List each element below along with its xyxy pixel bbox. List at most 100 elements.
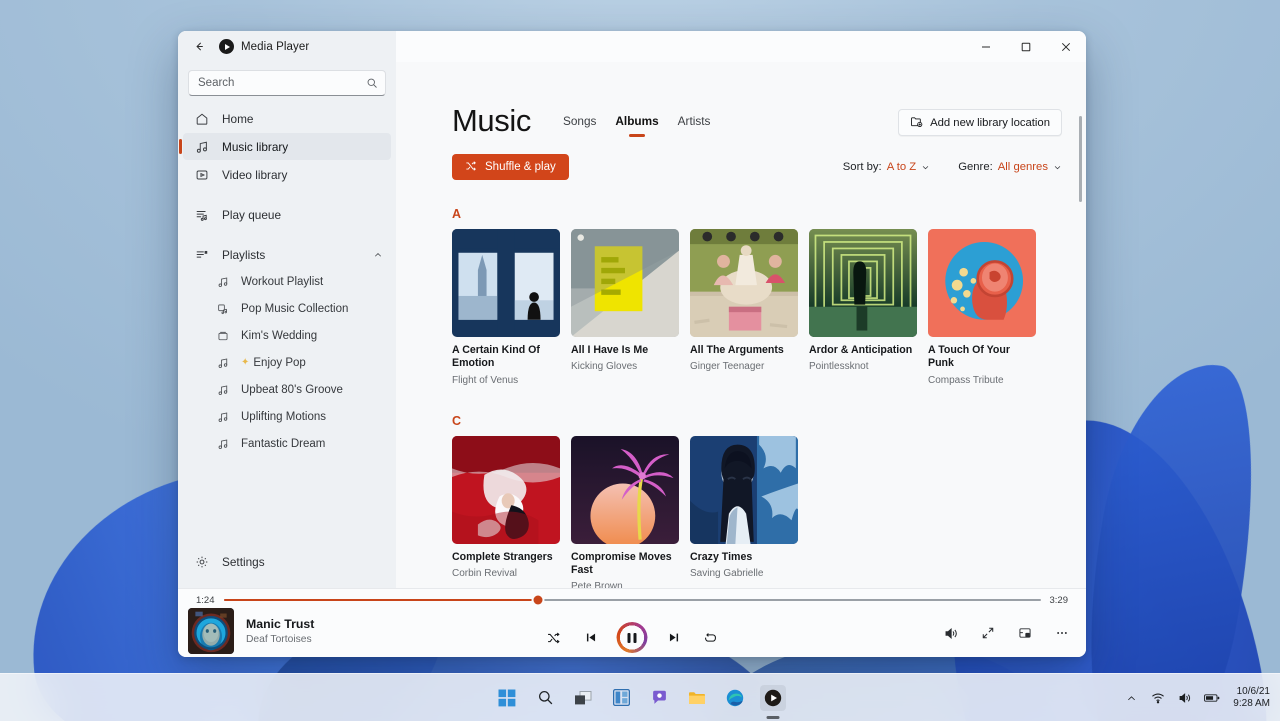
task-view-icon[interactable]: [570, 685, 596, 711]
search-input[interactable]: Search: [188, 70, 386, 96]
progress-slider[interactable]: [223, 595, 1041, 605]
album-card[interactable]: Crazy Times Saving Gabrielle: [690, 435, 798, 588]
add-library-location-button[interactable]: Add new library location: [898, 109, 1062, 136]
main-scroll-area[interactable]: Music Songs Albums Artists Add new libra…: [396, 62, 1086, 588]
album-art: [690, 435, 798, 544]
media-player-icon[interactable]: [760, 684, 786, 711]
playlist-icon: [194, 247, 210, 263]
sort-by-value: A to Z: [886, 161, 917, 173]
album-card[interactable]: All I Have Is Me Kicking Gloves: [571, 229, 679, 387]
clock[interactable]: 10/6/21 9:28 AM: [1233, 686, 1270, 711]
previous-button[interactable]: [580, 627, 602, 649]
album-title: A Touch Of Your Punk: [928, 344, 1010, 370]
now-playing-art: [188, 608, 234, 654]
album-card[interactable]: Ardor & Anticipation Pointlessknot: [809, 229, 917, 387]
next-button[interactable]: [663, 627, 685, 649]
album-art: [928, 229, 1036, 337]
tab-songs[interactable]: Songs: [563, 114, 596, 137]
album-card[interactable]: A Touch Of Your Punk Compass Tribute: [928, 229, 1036, 387]
music-note-icon: [216, 275, 230, 289]
search-icon[interactable]: [532, 685, 558, 711]
maximize-button[interactable]: [1006, 31, 1046, 62]
album-title: All The Arguments: [690, 344, 784, 356]
sidebar-playlist-workout-playlist[interactable]: Workout Playlist: [183, 268, 391, 295]
album-artist: Pete Brown: [571, 581, 623, 588]
volume-icon[interactable]: [1177, 690, 1193, 706]
tab-albums[interactable]: Albums: [615, 114, 658, 137]
album-card[interactable]: Complete Strangers Corbin Revival: [452, 435, 560, 588]
progress-row: 1:24 3:29: [178, 589, 1086, 611]
sidebar-item-music-library[interactable]: Music library: [179, 133, 391, 160]
sidebar-item-video-library[interactable]: Video library: [183, 161, 391, 188]
sidebar-group-label: Playlists: [222, 247, 266, 262]
queue-icon: [194, 207, 210, 223]
album-art: [809, 229, 917, 337]
sidebar-playlist-label: Pop Music Collection: [241, 302, 349, 315]
play-pause-button[interactable]: [616, 622, 648, 653]
repeat-button[interactable]: [700, 627, 722, 649]
widgets-icon[interactable]: [608, 685, 634, 711]
sidebar-playlist-label: Fantastic Dream: [241, 437, 326, 450]
mini-player-button[interactable]: [1015, 623, 1035, 643]
album-art: [571, 229, 679, 337]
sort-by-dropdown[interactable]: Sort by: A to Z: [843, 161, 930, 173]
sidebar-playlist-kims-wedding[interactable]: Kim's Wedding: [183, 322, 391, 349]
chevron-up-icon[interactable]: [1123, 690, 1139, 706]
album-art: [452, 229, 560, 337]
album-card[interactable]: Compromise Moves Fast Pete Brown: [571, 435, 679, 588]
album-artist: Compass Tribute: [928, 374, 1004, 386]
main-content: Music Songs Albums Artists Add new libra…: [396, 62, 1086, 588]
chevron-down-icon: [1053, 163, 1062, 172]
album-card[interactable]: A Certain Kind Of Emotion Flight of Venu…: [452, 229, 560, 387]
sidebar-item-home[interactable]: Home: [183, 105, 391, 132]
title-bar-left: Media Player: [178, 31, 396, 62]
sidebar-item-label: Settings: [222, 554, 265, 569]
tab-artists[interactable]: Artists: [678, 114, 711, 137]
fullscreen-button[interactable]: [978, 623, 998, 643]
media-player-window: Media Player Search Home Music library V…: [178, 31, 1086, 657]
now-playing[interactable]: Manic Trust Deaf Tortoises: [178, 608, 314, 654]
back-button[interactable]: [186, 34, 212, 60]
album-art: [571, 435, 679, 544]
navigation-sidebar: Search Home Music library Video library …: [178, 62, 396, 588]
vertical-scrollbar[interactable]: [1079, 116, 1082, 202]
progress-knob[interactable]: [533, 595, 543, 605]
battery-icon[interactable]: [1204, 690, 1220, 706]
sidebar-playlist-enjoy-pop[interactable]: ✦ Enjoy Pop: [183, 349, 391, 376]
album-title: A Certain Kind Of Emotion: [452, 344, 540, 370]
minimize-button[interactable]: [966, 31, 1006, 62]
sparkle-icon: ✦: [241, 357, 250, 368]
album-icon: [216, 329, 230, 343]
start-icon[interactable]: [494, 685, 520, 711]
album-art: [452, 435, 560, 544]
gear-icon: [194, 554, 210, 570]
sidebar-playlist-upbeat-80s-groove[interactable]: Upbeat 80's Groove: [183, 376, 391, 403]
wifi-icon[interactable]: [1150, 690, 1166, 706]
video-icon: [194, 167, 210, 183]
edge-icon[interactable]: [722, 685, 748, 711]
section-letter-a: A: [452, 207, 462, 221]
title-bar: Media Player: [178, 31, 1086, 62]
taskbar: 10/6/21 9:28 AM: [0, 673, 1280, 721]
title-bar-drag-region[interactable]: [396, 31, 966, 62]
more-options-button[interactable]: [1052, 623, 1072, 643]
sidebar-playlist-uplifting-motions[interactable]: Uplifting Motions: [183, 403, 391, 430]
genre-dropdown[interactable]: Genre: All genres: [958, 161, 1062, 173]
window-title: Media Player: [241, 40, 310, 53]
album-title: Crazy Times: [690, 550, 753, 563]
album-artist: Kicking Gloves: [571, 361, 638, 373]
sidebar-group-playlists[interactable]: Playlists: [183, 241, 391, 268]
system-tray: 10/6/21 9:28 AM: [1123, 674, 1270, 721]
album-card[interactable]: All The Arguments Ginger Teenager: [690, 229, 798, 387]
sidebar-playlist-pop-music-collection[interactable]: Pop Music Collection: [183, 295, 391, 322]
close-button[interactable]: [1046, 31, 1086, 62]
sidebar-item-settings[interactable]: Settings: [183, 548, 391, 575]
sidebar-item-play-queue[interactable]: Play queue: [183, 201, 391, 228]
duration-time: 3:29: [1049, 594, 1069, 606]
file-explorer-icon[interactable]: [684, 685, 710, 711]
shuffle-and-play-button[interactable]: Shuffle & play: [452, 154, 569, 180]
shuffle-button[interactable]: [543, 627, 565, 649]
volume-button[interactable]: [941, 623, 961, 643]
sidebar-playlist-fantastic-dream[interactable]: Fantastic Dream: [183, 430, 391, 457]
chat-icon[interactable]: [646, 685, 672, 711]
